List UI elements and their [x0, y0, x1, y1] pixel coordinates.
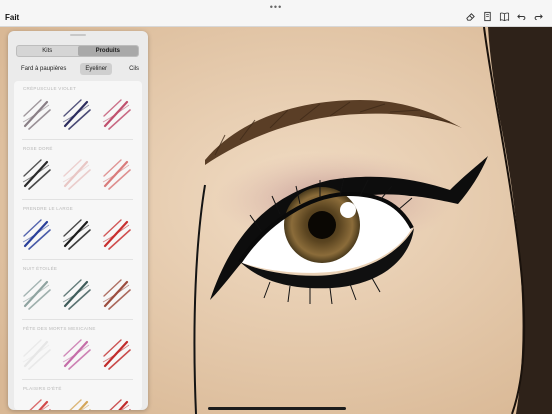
- multitasking-dots[interactable]: •••: [270, 3, 282, 12]
- eyeliner-swatch[interactable]: [21, 96, 53, 132]
- product-tabs: Fard à paupières Eyeliner Cils: [16, 62, 140, 75]
- eyeliner-swatch[interactable]: [61, 276, 93, 312]
- kits-products-segmented-control: Kits Produits: [16, 45, 139, 57]
- eyeliner-swatch[interactable]: [101, 276, 133, 312]
- book-icon[interactable]: [499, 11, 510, 22]
- eyeliner-swatch[interactable]: [21, 396, 53, 410]
- eyeliner-swatch[interactable]: [101, 396, 133, 410]
- kit-separator: [22, 139, 133, 140]
- kit-separator: [22, 259, 133, 260]
- kit-title: PLAISIRS D’ÉTÉ: [23, 386, 62, 391]
- eyeliner-swatch[interactable]: [101, 156, 133, 192]
- kit-separator: [22, 199, 133, 200]
- kit-list[interactable]: CRÉPUSCULE VIOLET ROSE DORÉ PRENDRE LE LAR…: [14, 81, 142, 410]
- eyeliner-swatch[interactable]: [101, 216, 133, 252]
- done-button[interactable]: Fait: [5, 13, 19, 23]
- eyeliner-swatch[interactable]: [61, 396, 93, 410]
- top-bar: ••• Fait: [0, 0, 552, 27]
- home-indicator[interactable]: [208, 407, 346, 410]
- tab-lashes[interactable]: Cils: [124, 63, 144, 75]
- eraser-icon[interactable]: [465, 11, 476, 22]
- tab-eyeliner[interactable]: Eyeliner: [80, 62, 113, 75]
- tab-eyeshadow[interactable]: Fard à paupières: [16, 63, 71, 75]
- eyeliner-swatch[interactable]: [21, 156, 53, 192]
- eyeliner-swatch[interactable]: [101, 96, 133, 132]
- toolbar-icons: [465, 11, 544, 22]
- eyeliner-swatch[interactable]: [61, 336, 93, 372]
- kit-title: CRÉPUSCULE VIOLET: [23, 86, 77, 91]
- kit-title: PRENDRE LE LARGE: [23, 206, 74, 211]
- eyeliner-swatch[interactable]: [61, 96, 93, 132]
- eyeliner-swatch[interactable]: [101, 336, 133, 372]
- eyeliner-swatch[interactable]: [61, 216, 93, 252]
- eyeliner-swatch[interactable]: [21, 216, 53, 252]
- brush-library-panel: Kits Produits Fard à paupières Eyeliner …: [8, 31, 148, 410]
- kit-separator: [22, 319, 133, 320]
- bookmark-icon[interactable]: [482, 11, 493, 22]
- undo-icon[interactable]: [516, 11, 527, 22]
- kit-separator: [22, 379, 133, 380]
- panel-grabber[interactable]: [70, 34, 86, 36]
- eyeliner-swatch[interactable]: [21, 276, 53, 312]
- redo-icon[interactable]: [533, 11, 544, 22]
- kit-title: FÊTE DES MORTS MEXICAINE: [23, 326, 96, 331]
- eyeliner-swatch[interactable]: [21, 336, 53, 372]
- segment-products[interactable]: Produits: [77, 46, 138, 56]
- segment-kits[interactable]: Kits: [17, 46, 78, 56]
- eyeliner-swatch[interactable]: [61, 156, 93, 192]
- kit-title: ROSE DORÉ: [23, 146, 53, 151]
- kit-title: NUIT ÉTOILÉE: [23, 266, 58, 271]
